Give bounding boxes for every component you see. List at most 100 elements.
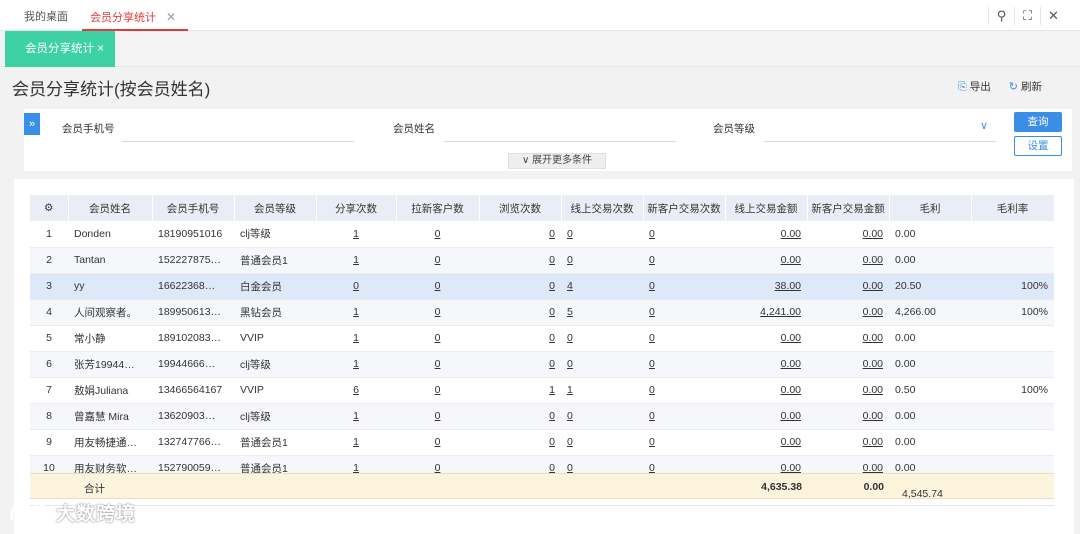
cell-newcust-tx[interactable]: 0 (643, 221, 725, 248)
tab-my-desktop[interactable]: 我的桌面 (24, 0, 68, 31)
col-header[interactable]: 会员手机号 (152, 195, 235, 221)
table-row[interactable]: 1 Donden 18190951016 clj等级 1 0 0 0 0 0.00 0.00 0.00 (30, 221, 1054, 248)
cell-newcust-amt[interactable]: 0.00 (807, 455, 889, 473)
cell-link[interactable]: 1 (353, 306, 359, 318)
cell-link[interactable]: 0.00 (781, 332, 801, 344)
cell-link[interactable]: 0 (567, 462, 573, 473)
cell-link[interactable]: 1 (353, 228, 359, 240)
table-row[interactable]: 7 敖娟Juliana 13466564167 VVIP 6 0 1 1 0 0.00 0.00 0.… (30, 377, 1054, 404)
cell-link[interactable]: 38.00 (775, 280, 801, 292)
search-icon[interactable]: ⚲ (988, 7, 1014, 25)
cell-link[interactable]: 1 (353, 410, 359, 422)
cell-link[interactable]: 0 (435, 228, 441, 240)
cell-link[interactable]: 0 (549, 332, 555, 344)
close-window-icon[interactable]: ✕ (1040, 7, 1066, 25)
cell-online-amt[interactable]: 0.00 (725, 455, 807, 473)
grid-body-scroll[interactable]: 1 Donden 18190951016 clj等级 1 0 0 0 0 0.00 0.00 0.00… (30, 221, 1054, 473)
cell-link[interactable]: 0 (435, 332, 441, 344)
column-settings-icon[interactable]: ⚙ (30, 195, 69, 221)
cell-newcust[interactable]: 0 (396, 403, 479, 430)
cell-link[interactable]: 0 (649, 332, 655, 344)
cell-online-amt[interactable]: 0.00 (725, 247, 807, 274)
cell-link[interactable]: 0 (549, 254, 555, 266)
close-icon[interactable]: ✕ (166, 10, 176, 24)
refresh-button[interactable]: ↻ 刷新 (1009, 79, 1042, 94)
cell-share[interactable]: 6 (316, 377, 396, 404)
cell-newcust[interactable]: 0 (396, 325, 479, 352)
cell-newcust-tx[interactable]: 0 (643, 351, 725, 378)
cell-views[interactable]: 0 (479, 429, 561, 456)
table-row[interactable]: 2 Tantan 152227875… 普通会员1 1 0 0 0 0 0.00 0.00 0.00 (30, 247, 1054, 274)
cell-link[interactable]: 0 (435, 384, 441, 396)
cell-online-tx[interactable]: 0 (561, 429, 643, 456)
cell-share[interactable]: 1 (316, 299, 396, 326)
cell-link[interactable]: 0.00 (863, 280, 883, 292)
cell-share[interactable]: 0 (316, 273, 396, 300)
cell-link[interactable]: 0 (649, 462, 655, 473)
cell-link[interactable]: 0.00 (781, 254, 801, 266)
cell-online-amt[interactable]: 0.00 (725, 377, 807, 404)
col-header[interactable]: 会员姓名 (68, 195, 153, 221)
cell-newcust[interactable]: 0 (396, 351, 479, 378)
table-row[interactable]: 9 用友畅捷通… 132747766… 普通会员1 1 0 0 0 0 0.00 0.00 0.00 (30, 429, 1054, 456)
cell-newcust-tx[interactable]: 0 (643, 299, 725, 326)
cell-online-amt[interactable]: 0.00 (725, 221, 807, 248)
cell-link[interactable]: 0 (435, 280, 441, 292)
cell-link[interactable]: 0 (567, 228, 573, 240)
col-header[interactable]: 拉新客户数 (396, 195, 480, 221)
col-header[interactable]: 分享次数 (316, 195, 397, 221)
settings-button[interactable]: 设置 (1014, 136, 1062, 156)
cell-link[interactable]: 0.00 (781, 436, 801, 448)
cell-link[interactable]: 0 (567, 332, 573, 344)
cell-views[interactable]: 0 (479, 325, 561, 352)
table-row[interactable]: 5 常小静 189102083… VVIP 1 0 0 0 0 0.00 0.00 0.00 (30, 325, 1054, 352)
cell-views[interactable]: 0 (479, 403, 561, 430)
cell-online-tx[interactable]: 0 (561, 247, 643, 274)
table-row[interactable]: 6 张芳19944… 19944666… clj等级 1 0 0 0 0 0.00 0.00 0.00 (30, 351, 1054, 378)
col-header[interactable]: 线上交易次数 (561, 195, 644, 221)
cell-online-tx[interactable]: 0 (561, 351, 643, 378)
level-select[interactable] (764, 141, 996, 142)
cell-link[interactable]: 0 (435, 410, 441, 422)
cell-newcust-tx[interactable]: 0 (643, 429, 725, 456)
cell-newcust[interactable]: 0 (396, 273, 479, 300)
cell-link[interactable]: 0 (549, 358, 555, 370)
cell-link[interactable]: 0.00 (863, 410, 883, 422)
table-row[interactable]: 8 曾嘉慧 Mira 13620903… clj等级 1 0 0 0 0 0.00 0.00 0.00 (30, 403, 1054, 430)
cell-newcust[interactable]: 0 (396, 299, 479, 326)
cell-link[interactable]: 0 (549, 280, 555, 292)
cell-newcust-amt[interactable]: 0.00 (807, 429, 889, 456)
cell-link[interactable]: 0 (549, 228, 555, 240)
cell-link[interactable]: 0 (435, 436, 441, 448)
cell-link[interactable]: 0 (649, 280, 655, 292)
cell-link[interactable]: 0.00 (863, 358, 883, 370)
cell-online-tx[interactable]: 4 (561, 273, 643, 300)
cell-share[interactable]: 1 (316, 325, 396, 352)
cell-online-tx[interactable]: 1 (561, 377, 643, 404)
cell-newcust-tx[interactable]: 0 (643, 247, 725, 274)
cell-newcust-amt[interactable]: 0.00 (807, 403, 889, 430)
cell-link[interactable]: 0 (649, 254, 655, 266)
cell-link[interactable]: 0.00 (781, 462, 801, 473)
cell-views[interactable]: 0 (479, 273, 561, 300)
cell-link[interactable]: 0 (549, 306, 555, 318)
cell-link[interactable]: 0 (435, 306, 441, 318)
cell-link[interactable]: 0 (435, 358, 441, 370)
cell-link[interactable]: 1 (353, 436, 359, 448)
col-header[interactable]: 毛利率 (971, 195, 1055, 221)
cell-link[interactable]: 0 (567, 254, 573, 266)
cell-link[interactable]: 4 (567, 280, 573, 292)
cell-link[interactable]: 0 (567, 358, 573, 370)
cell-newcust-tx[interactable]: 0 (643, 325, 725, 352)
cell-newcust-amt[interactable]: 0.00 (807, 351, 889, 378)
cell-link[interactable]: 0 (649, 228, 655, 240)
cell-views[interactable]: 0 (479, 247, 561, 274)
cell-share[interactable]: 1 (316, 221, 396, 248)
cell-online-amt[interactable]: 0.00 (725, 403, 807, 430)
cell-link[interactable]: 0.00 (863, 332, 883, 344)
col-header[interactable]: 新客户交易金额 (807, 195, 890, 221)
cell-newcust[interactable]: 0 (396, 377, 479, 404)
expand-more-button[interactable]: ∨ 展开更多条件 (508, 153, 606, 169)
cell-link[interactable]: 0 (435, 462, 441, 473)
cell-newcust-amt[interactable]: 0.00 (807, 221, 889, 248)
